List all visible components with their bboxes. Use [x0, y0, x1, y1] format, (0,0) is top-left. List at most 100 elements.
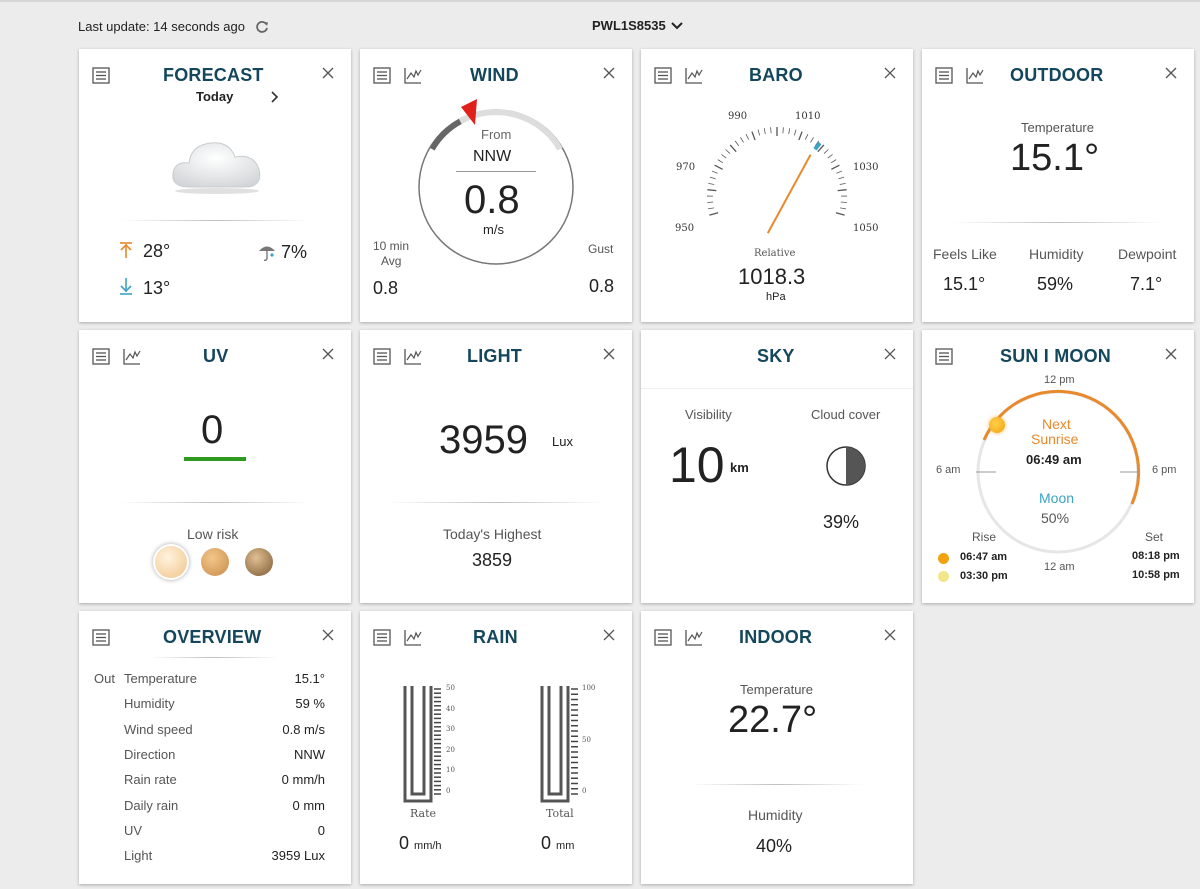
list-icon[interactable]: [373, 67, 391, 84]
outdoor-card: OUTDOOR Temperature 15.1° Feels Like Hum…: [922, 49, 1194, 322]
forecast-card: FORECAST Today 28° 7% 13°: [79, 49, 351, 322]
list-icon[interactable]: [654, 67, 672, 84]
wind-card: WIND From NNW 0.8 m/s 10 min Avg 0.8 Gus…: [360, 49, 632, 322]
indoor-humidity: 40%: [756, 836, 793, 856]
chart-icon[interactable]: [966, 67, 984, 84]
moon-set-time: 10:58 pm: [1132, 569, 1180, 581]
overview-row-value: 15.1°: [294, 671, 325, 686]
baro-tick: [840, 207, 847, 210]
close-icon[interactable]: [603, 67, 615, 79]
close-icon[interactable]: [322, 67, 334, 79]
rain-total-unit: mm: [556, 840, 575, 852]
forecast-title: FORECAST: [163, 65, 264, 85]
total-tick-label: 100: [582, 684, 596, 692]
overview-card: OVERVIEW Out Temperature 15.1° Humidity 59 …: [79, 611, 351, 884]
baro-tick: [729, 144, 737, 153]
sunmoon-title: SUN I MOON: [1000, 346, 1112, 366]
close-icon[interactable]: [603, 629, 615, 641]
rain-rate-unit: mm/h: [414, 840, 442, 852]
rain-total-value: 0 mm: [541, 833, 574, 854]
baro-value: 1018.3: [738, 264, 806, 289]
rain-title: RAIN: [473, 627, 518, 647]
list-icon[interactable]: [373, 629, 391, 646]
baro-relative-label: Relative: [754, 248, 796, 259]
close-icon[interactable]: [322, 629, 334, 641]
chart-icon[interactable]: [685, 629, 703, 646]
last-update: Last update: 14 seconds ago: [78, 19, 269, 34]
close-icon[interactable]: [322, 348, 334, 360]
baro-card: BARO 990 1010 970 1030 950 1050 Relative…: [641, 49, 913, 322]
chart-icon[interactable]: [404, 348, 422, 365]
baro-tick: [711, 170, 718, 174]
baro-tick: [839, 182, 846, 185]
baro-tick: [836, 170, 843, 174]
baro-tick: [745, 134, 750, 140]
light-title: LIGHT: [467, 346, 522, 366]
forecast-precip: 7%: [281, 242, 308, 262]
arrow-down-icon: [120, 278, 132, 295]
overview-row-value: 0 mm/h: [281, 772, 325, 788]
last-update-text: Last update: 14 seconds ago: [78, 19, 245, 34]
uv-card: UV 0 Low risk: [79, 330, 351, 603]
overview-row-label: Rain rate: [124, 772, 177, 788]
sunmoon-6am: 6 am: [936, 464, 961, 476]
list-icon[interactable]: [92, 629, 110, 646]
list-icon[interactable]: [935, 348, 953, 365]
overview-row-value: 59 %: [295, 696, 325, 712]
baro-tick: [830, 159, 837, 164]
outdoor-humidity-label: Humidity: [1029, 246, 1084, 262]
overview-row-label: Wind speed: [124, 721, 193, 737]
list-icon[interactable]: [92, 348, 110, 365]
refresh-icon[interactable]: [255, 20, 269, 34]
rain-gauges: [403, 686, 578, 803]
uv-value: 0: [201, 408, 224, 452]
next-time: 06:49 am: [1026, 452, 1082, 467]
uv-level-bar: [184, 457, 246, 461]
baro-tick-1030: 1030: [853, 162, 879, 173]
list-icon[interactable]: [935, 67, 953, 84]
indoor-card: INDOOR Temperature 22.7° Humidity 40%: [641, 611, 913, 884]
chart-icon[interactable]: [123, 348, 141, 365]
close-icon[interactable]: [884, 348, 896, 360]
chevron-right-icon[interactable]: [271, 91, 279, 103]
outdoor-temp-label: Temperature: [1021, 120, 1094, 135]
overview-row-label: Humidity: [124, 696, 175, 712]
sun-set-time: 08:18 pm: [1132, 550, 1180, 562]
wind-from-label: From: [481, 127, 512, 142]
wind-avg-value: 0.8: [373, 278, 399, 298]
sky-cloud: 39%: [823, 512, 860, 532]
sun-path-dial: [976, 389, 1141, 554]
close-icon[interactable]: [603, 348, 615, 360]
chart-icon[interactable]: [404, 629, 422, 646]
close-icon[interactable]: [1165, 348, 1177, 360]
close-icon[interactable]: [884, 629, 896, 641]
chart-icon[interactable]: [404, 67, 422, 84]
baro-tick: [721, 154, 727, 159]
light-highest-label: Today's Highest: [443, 526, 542, 542]
overview-row-value: 0 mm: [292, 797, 326, 813]
indoor-temp-label: Temperature: [740, 682, 813, 697]
list-icon[interactable]: [92, 67, 110, 84]
baro-tick: [717, 159, 724, 164]
wind-gust-label: Gust: [588, 242, 614, 256]
chart-icon[interactable]: [685, 67, 703, 84]
list-icon[interactable]: [654, 629, 672, 646]
rain-rate-value: 0 mm/h: [399, 833, 442, 854]
baro-tick: [763, 128, 766, 135]
station-name: PWL1S8535: [592, 18, 666, 33]
overview-row-label: Direction: [124, 746, 176, 762]
close-icon[interactable]: [1165, 67, 1177, 79]
list-icon[interactable]: [373, 348, 391, 365]
sunmoon-noon-label: 12 pm: [1044, 374, 1075, 386]
moon-icon: [938, 571, 949, 582]
baro-tick: [831, 164, 840, 170]
close-icon[interactable]: [884, 67, 896, 79]
skin-tone-dark: [245, 548, 273, 576]
baro-tick: [734, 140, 740, 146]
light-highest: 3859: [472, 550, 513, 570]
station-selector[interactable]: PWL1S8535: [592, 18, 683, 33]
rain-total-number: 0: [541, 833, 552, 853]
rate-tick-label: 30: [446, 725, 455, 734]
baro-title: BARO: [749, 65, 803, 85]
baro-tick: [827, 154, 833, 159]
